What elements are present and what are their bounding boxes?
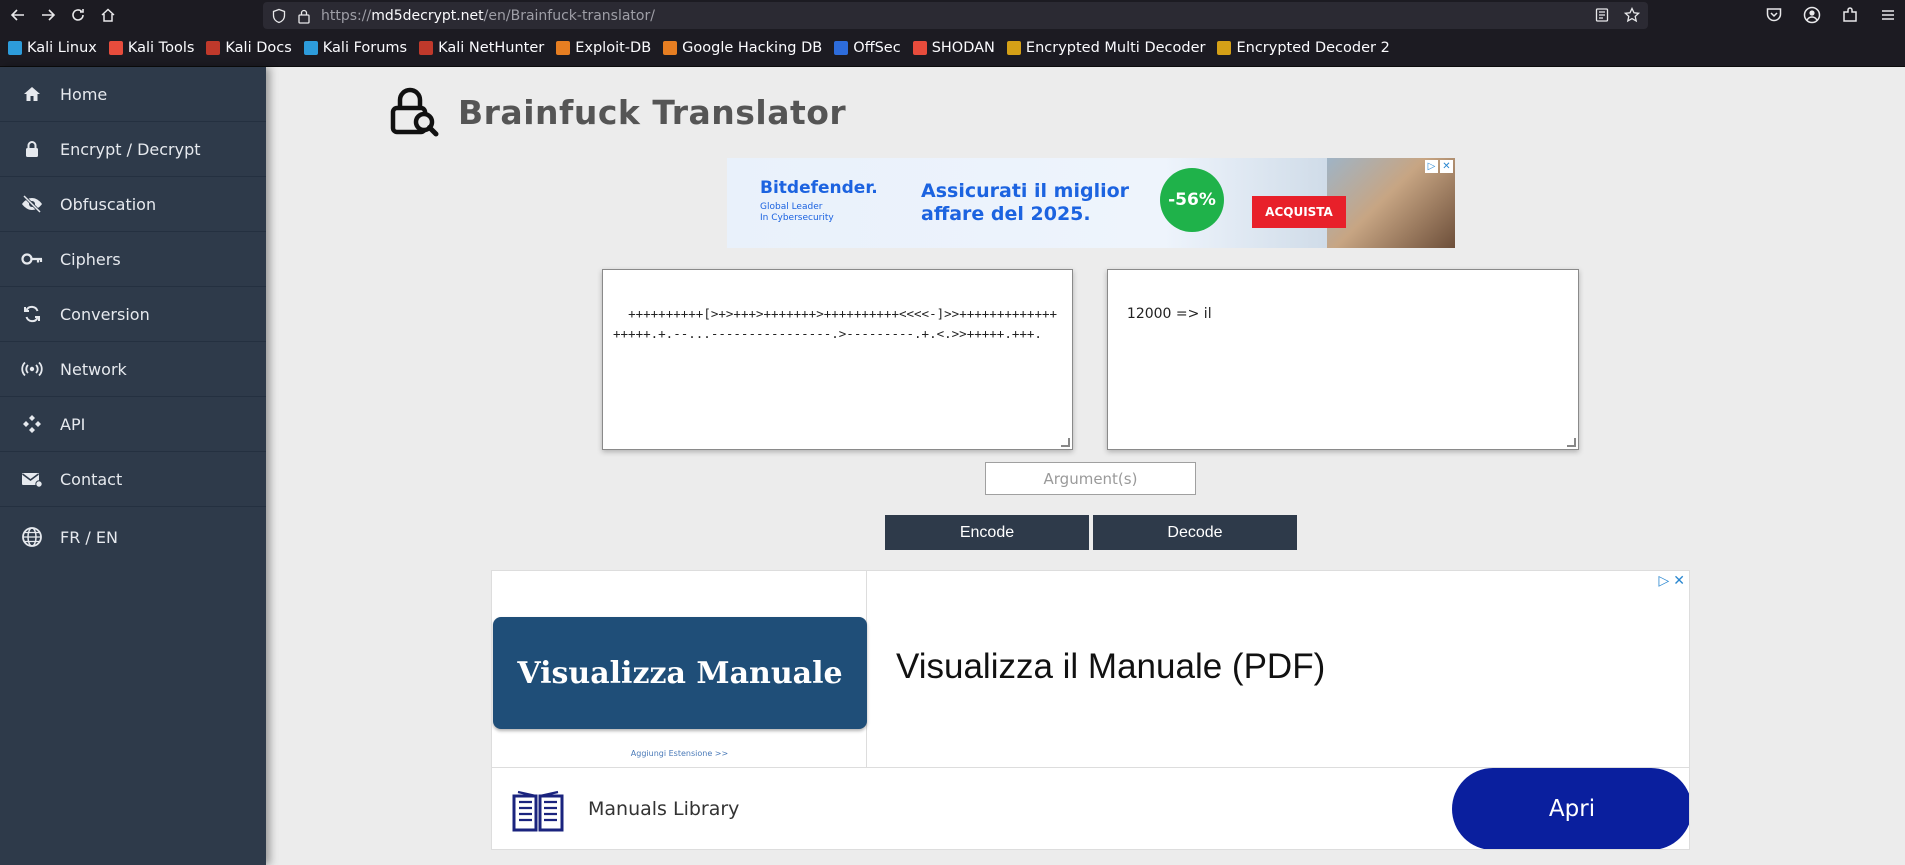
lock-icon <box>21 138 43 160</box>
ghdb-icon <box>663 41 678 55</box>
url-text[interactable]: https://md5decrypt.net/en/Brainfuck-tran… <box>321 8 655 24</box>
bitdefender-tagline: Global Leader In Cybersecurity <box>760 202 834 223</box>
input-textarea[interactable]: ++++++++++[>+>+++>+++++++>++++++++++<<<<… <box>602 269 1073 450</box>
menu-icon[interactable] <box>1879 6 1897 24</box>
offsec-icon <box>834 41 849 55</box>
kali-dragon-icon <box>8 41 22 55</box>
ad-brand-name: Manuals Library <box>588 798 740 820</box>
sidebar-item-encrypt-decrypt[interactable]: Encrypt / Decrypt <box>0 122 266 177</box>
lock-search-icon <box>390 87 439 137</box>
book-icon <box>512 790 564 832</box>
ad-banner-manuals[interactable]: Visualizza Manuale Aggiungi Estensione >… <box>491 570 1690 850</box>
back-icon[interactable] <box>8 5 28 25</box>
sidebar-item-obfuscation[interactable]: Obfuscation <box>0 177 266 232</box>
ad-controls: ▷ ✕ <box>1658 573 1685 589</box>
nethunter-icon <box>419 41 434 55</box>
bookmark-kali-tools[interactable]: Kali Tools <box>108 40 194 56</box>
pocket-icon[interactable] <box>1765 6 1783 24</box>
output-textarea[interactable]: 12000 => il <box>1107 269 1579 450</box>
page-header: Brainfuck Translator <box>388 86 846 138</box>
reader-view-icon[interactable] <box>1594 7 1610 23</box>
ad-buy-button[interactable]: ACQUISTA <box>1252 196 1346 228</box>
broadcast-icon <box>21 358 43 380</box>
ad-image: Visualizza Manuale Aggiungi Estensione >… <box>492 571 867 767</box>
browser-toolbar: https://md5decrypt.net/en/Brainfuck-tran… <box>0 0 1905 30</box>
ad-close-icon[interactable]: ✕ <box>1440 160 1453 173</box>
page-title: Brainfuck Translator <box>458 92 847 132</box>
bookmark-offsec[interactable]: OffSec <box>834 40 901 56</box>
ad-controls: ▷ ✕ <box>1425 160 1453 173</box>
ad-extension-link[interactable]: Aggiungi Estensione >> <box>492 749 867 758</box>
encode-button[interactable]: Encode <box>885 515 1089 550</box>
bookmark-google-hacking-db[interactable]: Google Hacking DB <box>663 40 822 56</box>
decode-button[interactable]: Decode <box>1093 515 1297 550</box>
bookmark-exploit-db[interactable]: Exploit-DB <box>556 40 651 56</box>
sidebar-item-language[interactable]: FR / EN <box>0 507 266 567</box>
ad-view-manual-button[interactable]: Visualizza Manuale <box>493 617 867 729</box>
home-browser-icon[interactable] <box>98 5 118 25</box>
extensions-icon[interactable] <box>1841 6 1859 24</box>
decoder-icon <box>1217 41 1232 55</box>
bookmark-encrypted-multi-decoder[interactable]: Encrypted Multi Decoder <box>1006 40 1205 56</box>
bookmarks-bar: Kali Linux Kali Tools Kali Docs Kali For… <box>0 30 1905 67</box>
eye-slash-icon <box>21 193 43 215</box>
bookmark-kali-nethunter[interactable]: Kali NetHunter <box>419 40 544 56</box>
sidebar-item-conversion[interactable]: Conversion <box>0 287 266 342</box>
ad-close-icon[interactable]: ✕ <box>1673 573 1685 589</box>
forward-icon[interactable] <box>38 5 58 25</box>
adchoices-icon[interactable]: ▷ <box>1658 573 1669 589</box>
sidebar-item-contact[interactable]: Contact <box>0 452 266 507</box>
ad-headline[interactable]: Visualizza il Manuale (PDF) <box>896 647 1325 687</box>
ad-open-button[interactable]: Apri <box>1452 768 1689 849</box>
padlock-icon[interactable] <box>297 8 311 24</box>
sidebar-item-network[interactable]: Network <box>0 342 266 397</box>
bookmark-kali-linux[interactable]: Kali Linux <box>8 40 97 56</box>
adchoices-icon[interactable]: ▷ <box>1425 160 1438 173</box>
reload-icon[interactable] <box>68 5 88 25</box>
shodan-icon <box>912 41 927 55</box>
sidebar-item-api[interactable]: API <box>0 397 266 452</box>
globe-icon <box>21 526 43 548</box>
address-bar[interactable]: https://md5decrypt.net/en/Brainfuck-tran… <box>263 2 1648 29</box>
bookmark-kali-forums[interactable]: Kali Forums <box>303 40 407 56</box>
resize-handle-icon[interactable] <box>1061 438 1070 447</box>
ad-headline: Assicurati il miglior affare del 2025. <box>921 180 1130 225</box>
decoder-icon <box>1006 41 1021 55</box>
sidebar-item-home[interactable]: Home <box>0 67 266 122</box>
bookmark-star-icon[interactable] <box>1624 7 1640 23</box>
sidebar-item-ciphers[interactable]: Ciphers <box>0 232 266 287</box>
api-icon <box>21 413 43 435</box>
bookmark-encrypted-decoder-2[interactable]: Encrypted Decoder 2 <box>1217 40 1390 56</box>
key-icon <box>21 248 43 270</box>
kali-docs-icon <box>206 41 221 55</box>
mail-icon <box>21 468 43 490</box>
arguments-input[interactable] <box>985 462 1196 495</box>
ad-banner-bitdefender[interactable]: Bitdefender. Global Leader In Cybersecuri… <box>727 158 1455 248</box>
kali-dragon-icon <box>303 41 318 55</box>
resize-handle-icon[interactable] <box>1567 438 1576 447</box>
account-icon[interactable] <box>1803 6 1821 24</box>
kali-tools-icon <box>108 41 123 55</box>
bookmark-kali-docs[interactable]: Kali Docs <box>206 40 292 56</box>
bitdefender-logo: Bitdefender. <box>760 178 878 198</box>
discount-badge: -56% <box>1160 168 1224 232</box>
bookmark-shodan[interactable]: SHODAN <box>912 40 995 56</box>
exploit-db-icon <box>556 41 571 55</box>
shield-icon[interactable] <box>271 8 287 24</box>
ad-footer: Manuals Library Apri <box>492 767 1689 849</box>
sidebar: Home Encrypt / Decrypt Obfuscation Ciphe… <box>0 67 266 865</box>
home-icon <box>21 83 43 105</box>
refresh-icon <box>21 303 43 325</box>
